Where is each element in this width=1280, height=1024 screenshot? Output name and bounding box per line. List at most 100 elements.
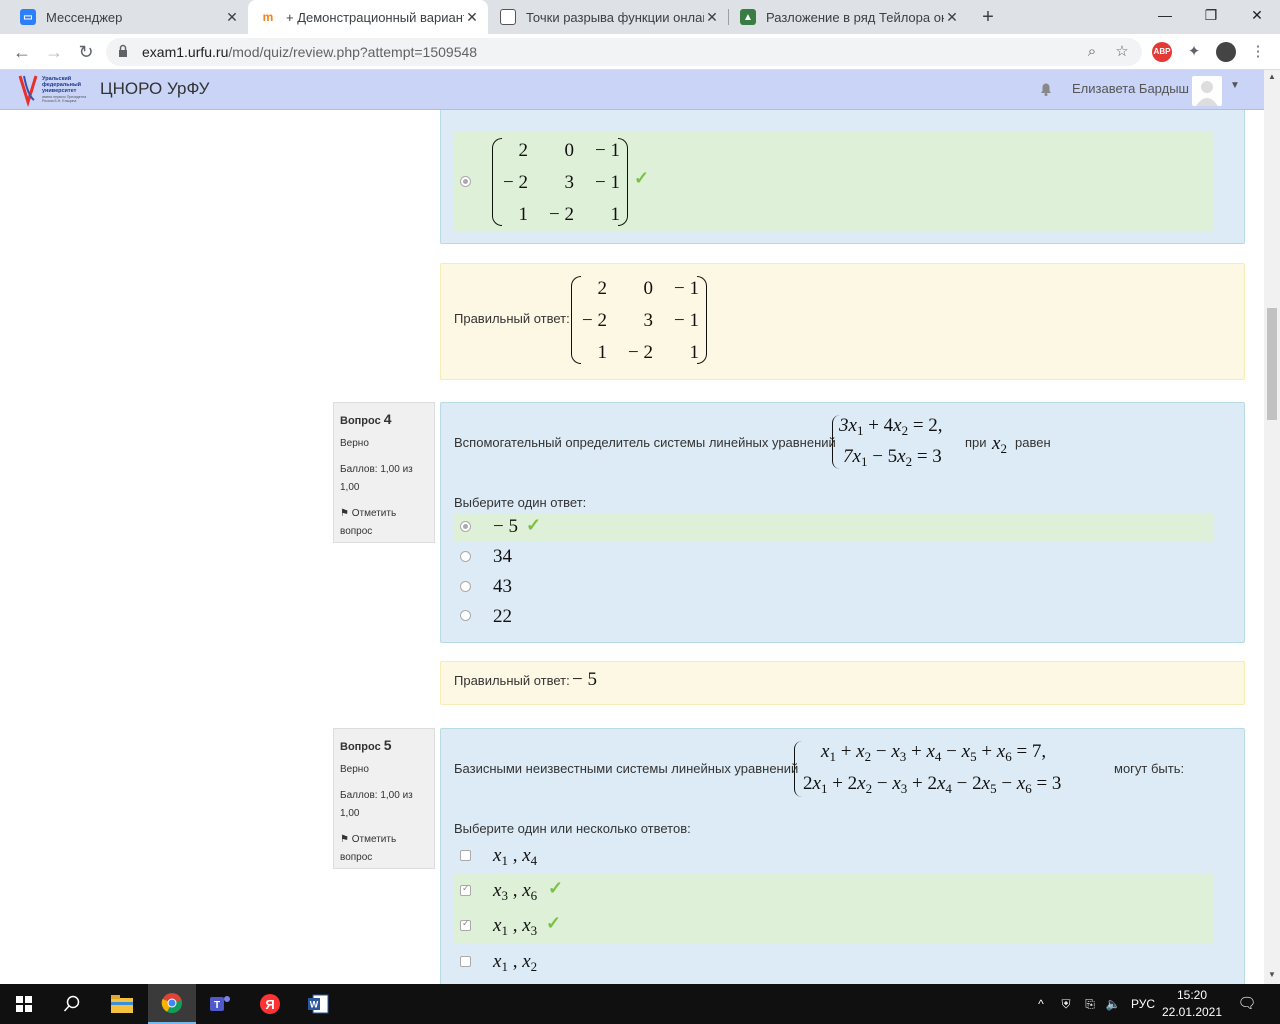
lock-icon [119,44,127,57]
option-label: x1 , x3 [493,915,538,938]
svg-text:Уральский: Уральский [42,75,71,82]
matrix-cell: − 3 [493,110,525,113]
close-icon[interactable]: ✕ [704,9,720,26]
option-checkbox[interactable] [460,850,471,861]
close-icon[interactable]: ✕ [464,9,480,26]
reload-icon[interactable]: ↻ [72,38,100,66]
scrollbar-thumb[interactable] [1267,308,1277,420]
avatar-silhouette-icon [1196,81,1218,106]
question-text: Базисными неизвестными системы линейных … [454,761,799,776]
tab-strip: ▭ Мессенджер ✕ m + Демонстрационный вари… [0,0,1280,34]
network-icon[interactable]: ⎘ [1080,984,1100,1024]
forward-arrow-icon[interactable]: → [40,38,68,66]
option-checkbox[interactable] [460,918,471,931]
chrome-logo-icon [161,993,182,1014]
question-5-info: Вопрос 5 Верно Баллов: 1,00 из 1,00 ⚑ От… [333,728,435,869]
address-bar[interactable]: exam1.urfu.ru/mod/quiz/review.php?attemp… [106,38,1142,66]
tab-discontinuity[interactable]: Точки разрыва функции онлайн ✕ [488,0,728,34]
bookmark-star-icon[interactable]: ☆ [1112,42,1132,62]
matrix-cell: − 2 [582,310,607,331]
tab-taylor[interactable]: ▲ Разложение в ряд Тейлора онлайн ✕ [728,0,968,34]
new-tab-button[interactable]: + [976,4,1000,30]
option-radio[interactable] [460,521,471,532]
matrix-cell: 1 [689,342,700,363]
teams-icon[interactable]: T [196,984,244,1024]
clock-time: 15:20 [1176,988,1208,1002]
folder-icon [111,995,133,1013]
tab-demo-variant[interactable]: m + Демонстрационный вариант ✕ [248,0,488,34]
option-radio[interactable] [460,610,471,621]
svg-text:университет: университет [42,88,77,94]
svg-text:России Б.Н. Ельцина: России Б.Н. Ельцина [42,99,76,103]
close-window-icon[interactable]: ✕ [1234,0,1280,30]
site-name-link[interactable]: ЦНОРО УрФУ [100,79,209,99]
tab-messenger[interactable]: ▭ Мессенджер ✕ [8,0,248,34]
correct-answer-matrix: 2 0 − 1 − 2 3 − 1 1 − 2 1 [571,274,711,366]
question-number: Вопрос 4 [340,411,428,427]
yandex-browser-icon[interactable]: Я [246,984,294,1024]
word-logo-icon: W [308,994,329,1014]
matrix-cell: 3 [564,172,575,193]
defender-icon[interactable]: ⛨ [1056,984,1076,1024]
url-text: exam1.urfu.ru/mod/quiz/review.php?attemp… [142,44,477,60]
file-explorer-icon[interactable] [98,984,146,1024]
matrix-cell: − 2 [549,204,574,225]
tab-title: Точки разрыва функции онлайн [526,9,704,25]
flag-question-link[interactable]: ⚑ Отметить вопрос [340,831,428,867]
volume-icon[interactable]: 🔈 [1102,984,1124,1024]
menu-dots-icon[interactable]: ⋮ [1248,42,1268,62]
page-scrollbar[interactable]: ▲ ▼ [1264,70,1280,984]
scroll-up-arrow-icon[interactable]: ▲ [1264,72,1280,81]
chrome-taskbar-icon[interactable] [148,984,196,1024]
close-icon[interactable]: ✕ [224,9,240,26]
extensions-puzzle-icon[interactable]: ✦ [1184,42,1204,62]
option-radio[interactable] [460,581,471,592]
correct-checkmark-icon: ✓ [546,913,562,933]
profile-avatar-icon[interactable] [1216,42,1236,62]
windows-start-icon[interactable] [0,984,48,1024]
svg-text:W: W [310,1000,319,1010]
minimize-icon[interactable]: — [1142,0,1188,30]
flag-question-link[interactable]: ⚑ Отметить вопрос [340,505,428,541]
option-checkbox[interactable] [460,883,471,896]
back-arrow-icon[interactable]: ← [8,38,36,66]
question-4-content: Вспомогательный определитель системы лин… [440,402,1245,643]
scroll-down-arrow-icon[interactable]: ▼ [1264,970,1280,979]
input-language[interactable]: РУС [1128,984,1158,1024]
option-radio[interactable] [460,551,471,562]
notification-center-icon[interactable]: 🗨 [1236,984,1258,1024]
chevron-down-icon[interactable]: ▼ [1230,80,1240,91]
matrix-cell: 0 [564,140,575,161]
svg-text:Я: Я [265,997,274,1012]
equation-2: 7x1 − 5x2 = 3 [843,446,942,469]
matrix-cell: − 1 [595,172,620,193]
option-label: x1 , x4 [493,845,538,868]
system-clock[interactable]: 15:20 22.01.2021 [1160,987,1224,1021]
close-icon[interactable]: ✕ [944,9,960,26]
matrix-cell: − 2 [628,342,653,363]
user-avatar[interactable] [1192,76,1222,106]
url-host: exam1.urfu.ru [142,44,229,60]
user-name[interactable]: Елизавета Бардыш [1072,81,1189,96]
answer-prompt: Выберите один или несколько ответов: [454,821,691,836]
search-icon[interactable] [48,984,96,1024]
show-hidden-icons-chevron[interactable]: ^ [1032,984,1050,1024]
messenger-icon: ▭ [20,9,36,25]
adblock-icon[interactable]: ABP [1152,42,1172,62]
correct-checkmark-icon: ✓ [526,515,542,535]
zoom-icon[interactable]: ⌕ [1082,42,1102,62]
option-checkbox[interactable] [460,956,471,967]
maximize-icon[interactable]: ❐ [1188,0,1234,30]
url-path: /mod/quiz/review.php?attempt=1509548 [228,44,478,60]
quiz-review-content: − 3 3 − 2 2 0 − 1 − 2 3 − 1 1 − 2 1 ✓ Пр… [0,110,1264,984]
answer-prompt: Выберите один ответ: [454,495,587,510]
windows-logo-icon [16,996,32,1012]
option-radio[interactable] [460,176,471,187]
tab-title: Мессенджер [46,9,123,25]
word-icon[interactable]: W [294,984,342,1024]
moodle-icon: m [262,10,274,24]
correct-answer-label: Правильный ответ: [454,673,570,688]
urfu-logo[interactable]: Уральский федеральный университет имени … [18,72,92,108]
matrix-cell: 2 [518,140,529,161]
notification-bell-icon[interactable] [1038,81,1054,97]
